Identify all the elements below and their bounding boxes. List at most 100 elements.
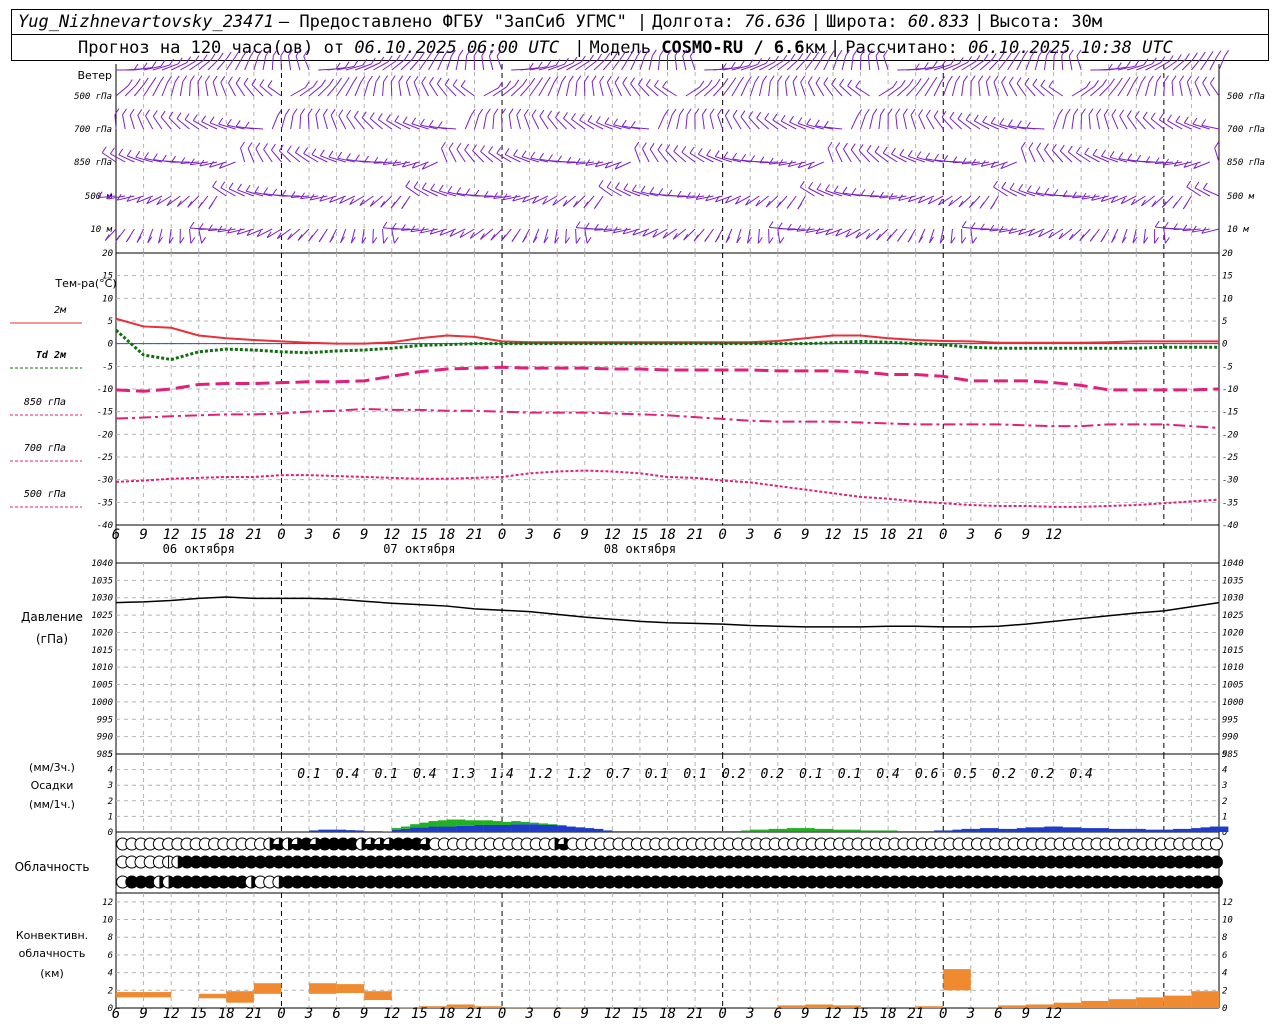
- shower-bar: [768, 828, 778, 832]
- temp-tick-right: -5: [1222, 362, 1233, 372]
- wind-barb: [208, 51, 240, 232]
- wind-barb: [410, 50, 441, 233]
- wind-level-left: 850 гПа: [74, 158, 112, 168]
- wind-barb: [768, 52, 804, 230]
- temp-x-tick: 18: [438, 527, 455, 543]
- wind-barb: [1182, 51, 1214, 232]
- shower-bar: [842, 829, 852, 832]
- wind-barb: [667, 49, 705, 240]
- temp-legend-label: Td 2м: [36, 350, 67, 361]
- rain-bar: [639, 831, 650, 832]
- temp-tick-left: 5: [108, 317, 113, 327]
- rain-bar: [364, 831, 374, 832]
- rain-bar: [713, 831, 723, 832]
- precip-total-label: 0.1: [683, 767, 706, 782]
- conv-bar: [226, 991, 254, 1003]
- precip-tick-right: 4: [1222, 766, 1227, 776]
- conv-tick-left: 2: [108, 986, 113, 996]
- wind-level-right: 500 гПа: [1227, 92, 1265, 102]
- temp-x-tick: 18: [880, 527, 897, 543]
- wind-barb: [180, 53, 216, 244]
- rain-bar: [1127, 828, 1137, 832]
- wind-barb: [244, 49, 271, 236]
- temp-x-tick: 6: [553, 527, 561, 543]
- rain-bar: [980, 828, 990, 832]
- temp-x-tick: 3: [745, 527, 754, 543]
- shower-bar: [777, 828, 788, 832]
- rain-bar: [814, 831, 824, 832]
- rain-bar: [869, 831, 880, 832]
- cloud-cover-mark: [1209, 837, 1223, 851]
- rain-bar: [1071, 827, 1082, 832]
- conv-x-tick: 12: [383, 1006, 400, 1022]
- precip-tick-left: 3: [107, 781, 113, 791]
- wind-barb: [851, 49, 878, 239]
- rain-bar: [649, 831, 659, 832]
- rain-bar: [566, 826, 576, 832]
- temp-legend-label: 850 гПа: [24, 397, 66, 408]
- rain-bar: [584, 828, 595, 832]
- shower-bar: [483, 820, 494, 825]
- precip-total-label: 0.2: [722, 767, 746, 782]
- wind-barb: [805, 50, 835, 233]
- rain-bar: [924, 831, 935, 832]
- conv-x-tick: 12: [1045, 1006, 1062, 1022]
- rain-bar: [897, 831, 907, 832]
- conv-tick-right: 0: [1222, 1004, 1227, 1014]
- wind-barb: [281, 49, 318, 240]
- rain-bar: [768, 831, 778, 832]
- temp-x-tick: 9: [801, 527, 809, 543]
- shower-bar: [400, 826, 411, 829]
- conv-x-tick: 21: [466, 1006, 483, 1022]
- temp-tick-left: 20: [102, 249, 113, 259]
- wind-barb: [943, 55, 981, 244]
- conv-bar: [364, 991, 392, 1001]
- precip-tick-left: 0: [108, 828, 113, 838]
- rain-bar: [888, 831, 898, 832]
- temp-x-tick: 3: [966, 527, 975, 543]
- wind-barb: [970, 52, 1005, 230]
- wind-barb: [1163, 52, 1198, 230]
- precip-total-label: 0.1: [838, 767, 861, 782]
- rain-bar: [796, 831, 806, 832]
- temp-x-tick: 12: [1045, 527, 1062, 543]
- precip-total-label: 0.5: [954, 767, 978, 782]
- conv-bar: [116, 992, 144, 998]
- rain-bar: [1099, 828, 1109, 832]
- temp-tick-right: -30: [1222, 476, 1238, 486]
- conv-x-tick: 3: [304, 1006, 313, 1022]
- rain-bar: [465, 825, 475, 832]
- pressure-tick-left: 1035: [91, 576, 113, 586]
- temp-x-tick: 0: [498, 527, 506, 543]
- rain-bar: [906, 831, 916, 832]
- precip-unit-bottom: (мм/1ч.): [29, 798, 75, 811]
- wind-barb: [382, 52, 417, 230]
- precip-title: Осадки: [31, 779, 74, 792]
- wind-barb: [355, 55, 393, 244]
- rain-bar: [538, 824, 549, 832]
- conv-bar: [336, 984, 365, 993]
- rain-bar: [1025, 827, 1036, 832]
- date-label: 08 октября: [604, 542, 676, 556]
- temp-x-tick: 0: [277, 527, 285, 543]
- shower-bar: [520, 821, 530, 825]
- rain-bar: [1209, 826, 1220, 832]
- temp-tick-right: 20: [1222, 249, 1233, 259]
- rain-bar: [492, 824, 503, 832]
- conv-x-tick: 9: [360, 1006, 368, 1022]
- pressure-tick-left: 1015: [91, 646, 113, 656]
- conv-x-tick: 18: [438, 1006, 455, 1022]
- shower-bar: [492, 821, 503, 825]
- rain-bar: [685, 831, 696, 832]
- pressure-tick-right: 1025: [1222, 611, 1244, 621]
- wind-barb: [1100, 59, 1140, 243]
- temp-x-tick: 12: [163, 527, 180, 543]
- shower-bar: [437, 820, 448, 827]
- temp-legend-label: 700 гПа: [24, 443, 66, 454]
- wind-barb: [961, 53, 997, 230]
- rain-bar: [786, 831, 797, 832]
- conv-tick-left: 8: [108, 933, 113, 943]
- shower-bar: [888, 830, 898, 832]
- date-label: 06 октября: [163, 542, 235, 556]
- wind-barb: [593, 51, 626, 231]
